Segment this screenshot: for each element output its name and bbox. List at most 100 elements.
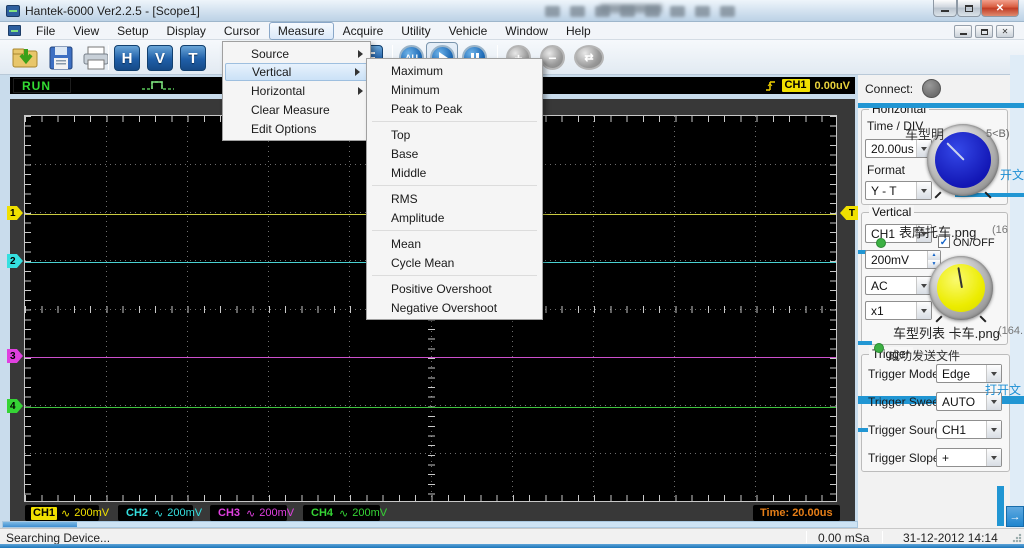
menu-separator [372, 230, 537, 231]
measure-menu-source[interactable]: Source [223, 44, 370, 63]
measure-menu-vertical[interactable]: Vertical [225, 63, 368, 81]
background-stripe [858, 103, 1024, 108]
scrollbar-thumb[interactable] [3, 522, 77, 527]
coupling-value: AC [866, 279, 916, 293]
maximize-button[interactable] [957, 0, 981, 17]
measure-menu-edit-options[interactable]: Edit Options [223, 119, 370, 138]
horizontal-scrollbar[interactable] [2, 521, 858, 528]
coupling-select[interactable]: AC [865, 276, 932, 295]
submenu-positive-overshoot[interactable]: Positive Overshoot [367, 279, 542, 298]
swap-button[interactable]: ⇄ [574, 45, 604, 70]
channel-marker-1[interactable]: 1 [7, 206, 23, 220]
submenu-mean[interactable]: Mean [367, 234, 542, 253]
menu-utility[interactable]: Utility [392, 22, 439, 40]
vertical-knob[interactable] [929, 256, 993, 320]
dropdown-button[interactable] [916, 302, 931, 319]
channel3-status[interactable]: CH3 ∿ 200mV [210, 505, 287, 521]
volt-scale-value: 200mV [866, 253, 927, 267]
v-button-label: V [155, 50, 165, 67]
channel2-status[interactable]: CH2 ∿ 200mV [118, 505, 193, 521]
trigger-slope-label: Trigger Slope [868, 451, 940, 465]
trigger-panel-button[interactable]: T [180, 45, 206, 71]
save-icon[interactable] [48, 45, 74, 71]
dropdown-button[interactable] [916, 182, 931, 199]
statusbar-separator [882, 531, 883, 543]
channel-marker-3[interactable]: 3 [7, 349, 23, 363]
vertical-panel-button[interactable]: V [147, 45, 173, 71]
submenu-base[interactable]: Base [367, 144, 542, 163]
menu-separator [372, 185, 537, 186]
measure-menu-horizontal[interactable]: Horizontal [223, 81, 370, 100]
dropdown-button[interactable] [986, 365, 1001, 382]
open-icon[interactable] [12, 45, 40, 71]
menu-view[interactable]: View [64, 22, 108, 40]
background-text-fragment: 5<B) [986, 128, 1010, 140]
menu-window[interactable]: Window [496, 22, 557, 40]
submenu-amplitude[interactable]: Amplitude [367, 208, 542, 227]
spin-up-icon[interactable]: ▲ [928, 251, 940, 260]
sample-rate: 0.00 mSa [818, 531, 869, 545]
tray-icon-blurred [545, 6, 560, 17]
channel4-scale: 200mV [352, 507, 387, 519]
mdi-document-icon[interactable] [8, 25, 21, 36]
mdi-minimize-icon [960, 33, 967, 35]
channel1-status[interactable]: CH1 ∿ 200mV [25, 505, 99, 521]
trigger-slope-select[interactable]: + [936, 448, 1002, 467]
menu-help[interactable]: Help [557, 22, 600, 40]
menu-file[interactable]: File [27, 22, 64, 40]
channel4-status[interactable]: CH4 ∿ 200mV [303, 505, 380, 521]
dropdown-button[interactable] [986, 421, 1001, 438]
channel3-label: CH3 [216, 507, 242, 520]
chevron-down-icon [921, 189, 927, 193]
chevron-down-icon [991, 372, 997, 376]
window-bottom-border [0, 544, 1024, 548]
measure-menu: Source Vertical Horizontal Clear Measure… [222, 41, 371, 141]
background-text-fragment: (16 [992, 224, 1008, 236]
submenu-cycle-mean[interactable]: Cycle Mean [367, 253, 542, 272]
run-state-indicator: RUN [13, 78, 71, 93]
channel1-scale: 200mV [74, 507, 109, 519]
trigger-source-select[interactable]: CH1 [936, 420, 1002, 439]
close-button[interactable]: ✕ [981, 0, 1019, 17]
menu-setup[interactable]: Setup [108, 22, 157, 40]
zoom-out-button[interactable]: − [540, 45, 565, 70]
probe-value: x1 [866, 304, 916, 318]
menu-display[interactable]: Display [158, 22, 215, 40]
volt-scale-spinner[interactable]: 200mV ▲▼ [865, 250, 941, 269]
menu-measure[interactable]: Measure [269, 22, 334, 40]
menu-acquire[interactable]: Acquire [334, 22, 393, 40]
chevron-down-icon [921, 284, 927, 288]
background-text-fragment: 车型明 [905, 124, 944, 143]
mdi-restore-button[interactable] [975, 25, 993, 38]
mdi-minimize-button[interactable] [954, 25, 972, 38]
measure-menu-clear[interactable]: Clear Measure [223, 100, 370, 119]
submenu-minimum[interactable]: Minimum [367, 80, 542, 99]
dropdown-button[interactable] [986, 449, 1001, 466]
resize-grip[interactable] [1012, 533, 1022, 543]
channel-marker-2[interactable]: 2 [7, 254, 23, 268]
mdi-close-button[interactable]: ✕ [996, 25, 1014, 38]
background-text-fragment: 成功发送文件 [888, 347, 960, 364]
title-bar: Hantek-6000 Ver2.2.5 - [Scope1] ✕ [0, 0, 1024, 22]
channel-status-bar: CH1 ∿ 200mV CH2 ∿ 200mV CH3 ∿ 200mV CH4 … [10, 503, 855, 523]
chevron-down-icon [991, 428, 997, 432]
horizontal-panel-button[interactable]: H [114, 45, 140, 71]
submenu-rms[interactable]: RMS [367, 189, 542, 208]
background-stripe [858, 341, 872, 345]
submenu-peak-to-peak[interactable]: Peak to Peak [367, 99, 542, 118]
trigger-level-marker[interactable]: T [840, 206, 858, 220]
format-select[interactable]: Y - T [865, 181, 932, 200]
submenu-maximum[interactable]: Maximum [367, 61, 542, 80]
vertical-group-title: Vertical [869, 205, 914, 219]
menu-cursor[interactable]: Cursor [215, 22, 269, 40]
pulse-waveform-icon [140, 79, 178, 92]
print-icon[interactable] [82, 45, 110, 71]
minimize-button[interactable] [933, 0, 957, 17]
trigger-slope-value: + [937, 451, 986, 465]
channel-marker-4[interactable]: 4 [7, 399, 23, 413]
menu-vehicle[interactable]: Vehicle [440, 22, 497, 40]
submenu-top[interactable]: Top [367, 125, 542, 144]
submenu-negative-overshoot[interactable]: Negative Overshoot [367, 298, 542, 317]
submenu-middle[interactable]: Middle [367, 163, 542, 182]
probe-select[interactable]: x1 [865, 301, 932, 320]
